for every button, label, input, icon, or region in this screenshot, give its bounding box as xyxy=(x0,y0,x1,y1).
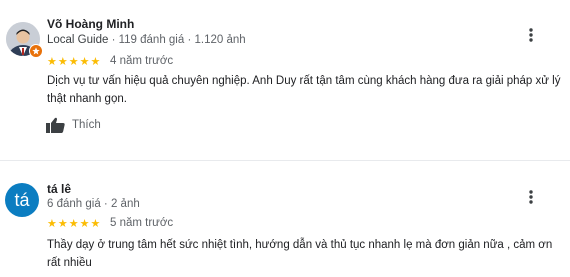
reviewer-name[interactable]: Võ Hoàng Minh xyxy=(47,17,134,31)
star-rating: ★ ★ ★ ★ ★ xyxy=(47,219,100,230)
review-card: Võ Hoàng Minh Local Guide · 119 đánh giá… xyxy=(0,0,570,160)
star-icon: ★ xyxy=(90,56,101,68)
more-vert-icon xyxy=(529,190,533,204)
star-icon: ★ xyxy=(68,218,79,230)
more-options-button[interactable] xyxy=(524,26,538,44)
star-icon: ★ xyxy=(57,218,68,230)
local-guide-star-icon xyxy=(29,44,43,58)
review-text: Thầy dạy ở trung tâm hết sức nhiệt tình,… xyxy=(47,239,553,269)
star-icon: ★ xyxy=(79,218,90,230)
star-icon: ★ xyxy=(79,56,90,68)
avatar[interactable]: tá xyxy=(5,183,39,217)
thumbs-up-icon xyxy=(46,117,65,133)
photo-count: 1.120 ảnh xyxy=(194,34,246,46)
review-divider xyxy=(0,160,570,161)
review-time: 5 năm trước xyxy=(110,217,174,229)
star-rating: ★ ★ ★ ★ ★ xyxy=(47,57,100,68)
meta-separator: · xyxy=(184,34,195,46)
star-icon: ★ xyxy=(47,56,57,68)
photo-count: 2 ảnh xyxy=(110,198,140,210)
like-label: Thích xyxy=(72,119,101,131)
reviewer-meta: 6 đánh giá · 2 ảnh xyxy=(47,198,140,210)
review-text: Dịch vụ tư vấn hiệu quả chuyên nghiệp. A… xyxy=(47,75,561,105)
local-guide-label: Local Guide xyxy=(47,34,109,46)
star-icon: ★ xyxy=(90,218,101,230)
avatar[interactable] xyxy=(6,22,43,58)
star-icon: ★ xyxy=(68,56,79,68)
avatar-letter: tá xyxy=(14,189,30,210)
review-time: 4 năm trước xyxy=(110,55,174,67)
reviewer-name[interactable]: tá lê xyxy=(47,182,71,196)
like-button[interactable]: Thích xyxy=(46,117,101,133)
more-options-button[interactable] xyxy=(524,188,538,206)
review-count: 6 đánh giá xyxy=(47,198,101,210)
more-vert-icon xyxy=(529,28,533,42)
star-icon: ★ xyxy=(47,218,57,230)
star-icon: ★ xyxy=(57,56,68,68)
meta-separator: · xyxy=(108,34,119,46)
reviewer-meta: Local Guide · 119 đánh giá · 1.120 ảnh xyxy=(47,34,246,46)
meta-separator: · xyxy=(100,198,111,210)
review-count: 119 đánh giá xyxy=(118,34,185,46)
